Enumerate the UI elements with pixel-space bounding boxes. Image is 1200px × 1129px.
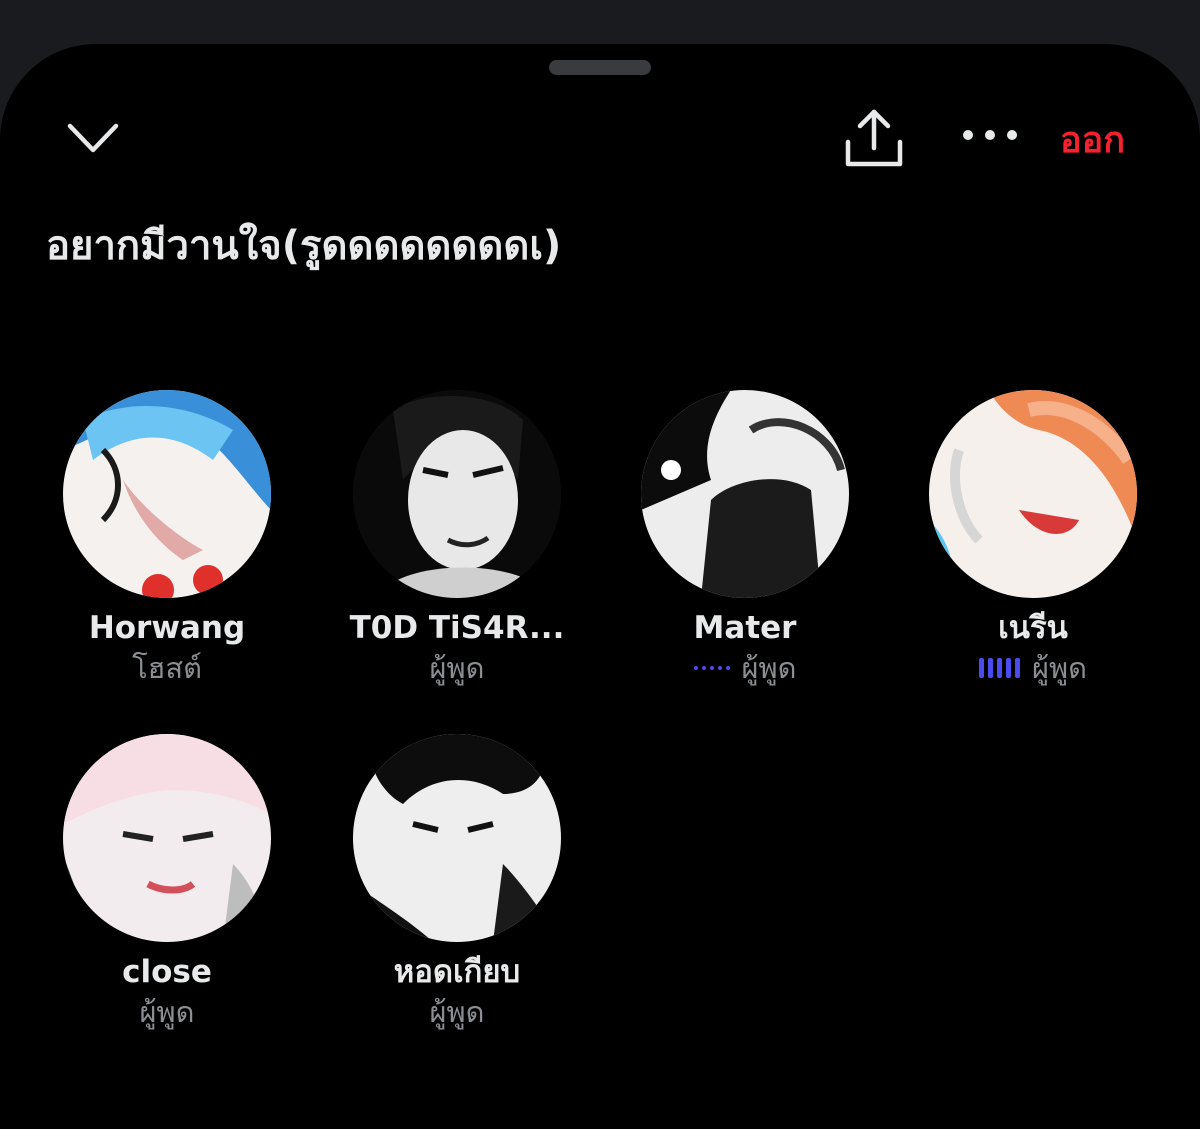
participant-name: T0D TiS4R...: [349, 610, 565, 646]
participant-item[interactable]: Horwang โฮสต์: [22, 390, 312, 688]
participant-name: close: [122, 954, 212, 990]
more-options-button[interactable]: [954, 110, 1026, 160]
share-icon: [845, 109, 903, 167]
participant-item[interactable]: เนรีน ผู้พูด: [888, 390, 1178, 688]
avatar: [929, 390, 1137, 598]
participant-name: เนรีน: [998, 610, 1068, 646]
more-dots-icon: [963, 130, 1017, 140]
avatar: [353, 390, 561, 598]
participant-role: โฮสต์: [132, 651, 202, 685]
participant-item[interactable]: Mater ผู้พูด: [600, 390, 890, 688]
space-sheet: ออก อยากมีวานใจ(รูดดดดดดดดเ) Horwang โฮส…: [0, 44, 1200, 1129]
participant-name: Mater: [693, 610, 797, 646]
avatar: [63, 390, 271, 598]
participant-item[interactable]: หอดเกียบ ผู้พูด: [312, 734, 602, 1032]
avatar: [353, 734, 561, 942]
participant-role: ผู้พูด: [741, 651, 797, 685]
participant-role: ผู้พูด: [1032, 651, 1087, 685]
participant-role: ผู้พูด: [429, 651, 485, 685]
share-button[interactable]: [836, 100, 912, 176]
participant-name: Horwang: [88, 610, 246, 646]
participant-role: ผู้พูด: [429, 995, 485, 1029]
speaking-indicator-icon: [693, 666, 730, 670]
chevron-down-icon: [67, 123, 119, 153]
participant-role: ผู้พูด: [139, 995, 195, 1029]
space-title: อยากมีวานใจ(รูดดดดดดดดเ): [46, 223, 562, 269]
sheet-grabber-handle[interactable]: [549, 60, 651, 75]
speaking-indicator-icon: [979, 658, 1021, 678]
avatar: [641, 390, 849, 598]
participant-item[interactable]: T0D TiS4R... ผู้พูด: [312, 390, 602, 688]
participant-item[interactable]: close ผู้พูด: [22, 734, 312, 1032]
collapse-button[interactable]: [60, 110, 126, 166]
leave-button[interactable]: ออก: [1060, 114, 1125, 168]
participant-name: หอดเกียบ: [393, 954, 521, 990]
avatar: [63, 734, 271, 942]
